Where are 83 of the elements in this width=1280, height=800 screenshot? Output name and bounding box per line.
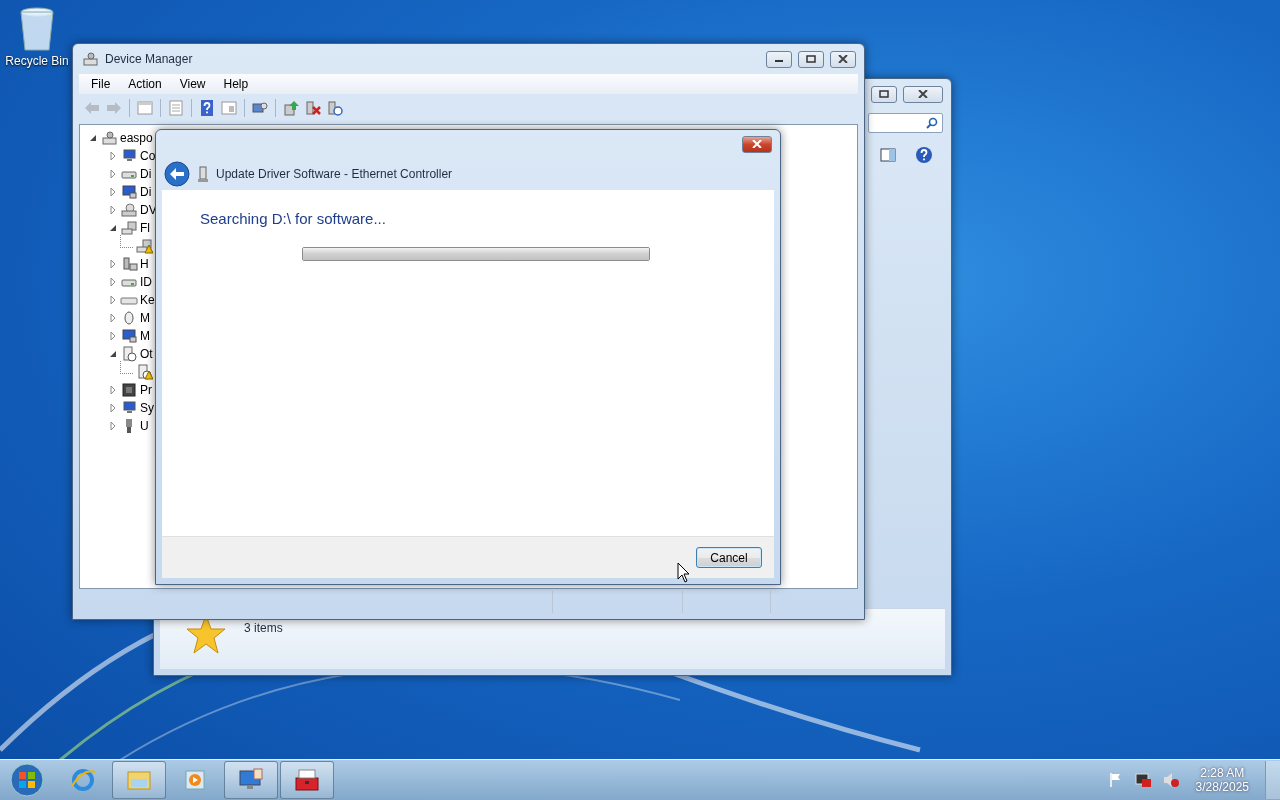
- tree-item[interactable]: Ke: [140, 293, 155, 307]
- back-button-icon[interactable]: [164, 161, 190, 187]
- expanded-arrow-icon[interactable]: [108, 349, 118, 359]
- tree-item[interactable]: Sy: [140, 401, 154, 415]
- status-heading: Searching D:\ for software...: [200, 210, 387, 227]
- tree-item[interactable]: M: [140, 329, 150, 343]
- properties-icon[interactable]: [167, 99, 185, 117]
- collapsed-arrow-icon[interactable]: [108, 259, 118, 269]
- toolbox-icon[interactable]: [293, 766, 321, 794]
- minimize-button[interactable]: [766, 50, 792, 68]
- tree-item[interactable]: Pr: [140, 383, 152, 397]
- maximize-icon: [879, 90, 889, 98]
- close-button[interactable]: [830, 50, 856, 68]
- collapsed-arrow-icon[interactable]: [108, 421, 118, 431]
- close-button[interactable]: [742, 135, 772, 153]
- device-icon: [120, 202, 138, 218]
- maximize-button[interactable]: [871, 85, 897, 103]
- collapsed-arrow-icon[interactable]: [108, 403, 118, 413]
- window-icon[interactable]: [136, 99, 154, 117]
- device-icon: [120, 256, 138, 272]
- globe-icon[interactable]: [69, 766, 97, 794]
- help-icon[interactable]: [915, 146, 933, 164]
- help-icon[interactable]: [198, 99, 216, 117]
- menu-item[interactable]: View: [171, 77, 214, 91]
- search-icon: [926, 117, 938, 129]
- menu-item[interactable]: File: [83, 77, 119, 91]
- network-error-icon[interactable]: [1133, 772, 1152, 788]
- computer-icon: [81, 51, 99, 67]
- tree-item[interactable]: U: [140, 419, 149, 433]
- item-count: 3 items: [244, 621, 283, 635]
- menu-item[interactable]: Action: [120, 77, 170, 91]
- close-icon: [752, 140, 762, 148]
- device-icon: [120, 220, 138, 236]
- tree-item[interactable]: ID: [140, 275, 152, 289]
- tree-item[interactable]: Di: [140, 167, 152, 181]
- dialog-title: Update Driver Software - Ethernet Controller: [216, 167, 453, 181]
- desktop-icon-label: Recycle Bin: [5, 54, 69, 68]
- device-icon: [120, 328, 138, 344]
- collapsed-arrow-icon[interactable]: [108, 187, 118, 197]
- maximize-button[interactable]: [798, 50, 824, 68]
- uninstall-icon[interactable]: [304, 99, 322, 117]
- collapsed-arrow-icon[interactable]: [108, 277, 118, 287]
- collapsed-arrow-icon[interactable]: [108, 295, 118, 305]
- preview-pane-icon[interactable]: [879, 146, 897, 164]
- tree-item[interactable]: Ot: [140, 347, 153, 361]
- collapsed-arrow-icon[interactable]: [108, 205, 118, 215]
- menu-item[interactable]: Help: [215, 77, 257, 91]
- tree-item[interactable]: Co: [140, 149, 156, 163]
- tree-item[interactable]: M: [140, 311, 150, 325]
- collapsed-arrow-icon[interactable]: [108, 151, 118, 161]
- device-icon: [120, 184, 138, 200]
- start-button[interactable]: [9, 762, 45, 798]
- maximize-icon: [806, 55, 816, 63]
- tree-item[interactable]: Fl: [140, 221, 150, 235]
- tree-item[interactable]: H: [140, 257, 149, 271]
- device-icon: [120, 346, 138, 362]
- device-icon: [120, 148, 138, 164]
- expanded-arrow-icon[interactable]: [108, 223, 118, 233]
- taskbar-button[interactable]: [224, 761, 278, 799]
- mouse-cursor-icon: [677, 562, 691, 584]
- window-title: Device Manager: [105, 52, 193, 66]
- tree-item[interactable]: easpo: [120, 131, 153, 145]
- close-icon: [918, 90, 928, 98]
- show-desktop-button[interactable]: [1265, 761, 1280, 799]
- search-field[interactable]: [868, 113, 943, 133]
- network-adapter-icon: [196, 165, 210, 183]
- speaker-muted-icon[interactable]: [1161, 772, 1180, 788]
- device-icon: [100, 130, 118, 146]
- close-button[interactable]: [903, 85, 943, 103]
- trash-bin-icon[interactable]: [18, 6, 56, 52]
- collapsed-arrow-icon[interactable]: [108, 385, 118, 395]
- update-driver-icon[interactable]: [282, 99, 300, 117]
- tree-item[interactable]: Di: [140, 185, 152, 199]
- device-icon: [120, 400, 138, 416]
- collapsed-arrow-icon[interactable]: [108, 313, 118, 323]
- close-icon: [838, 55, 848, 63]
- collapsed-arrow-icon[interactable]: [108, 331, 118, 341]
- collapsed-arrow-icon[interactable]: [108, 169, 118, 179]
- device-icon: [120, 382, 138, 398]
- cancel-button[interactable]: Cancel: [696, 547, 762, 568]
- taskbar-button[interactable]: [280, 761, 334, 799]
- expanded-arrow-icon[interactable]: [88, 133, 98, 143]
- disable-device-icon[interactable]: [326, 99, 344, 117]
